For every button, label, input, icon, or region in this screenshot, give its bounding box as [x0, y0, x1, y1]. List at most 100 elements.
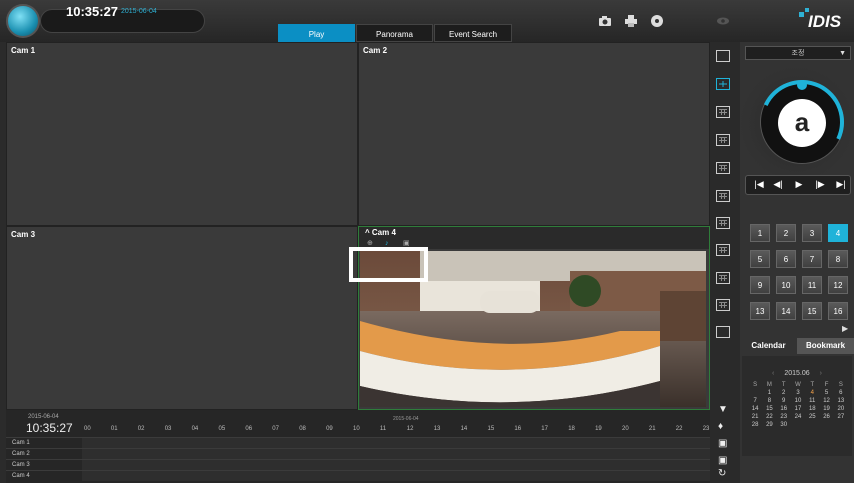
skip-forward-icon[interactable]: ▶| [834, 179, 848, 190]
camera-number-button[interactable]: 10 [776, 276, 796, 294]
calendar-day[interactable]: 27 [834, 414, 848, 420]
calendar-day[interactable]: 1 [762, 390, 776, 396]
save-icon[interactable]: ▣ [718, 455, 727, 466]
camera-number-button[interactable]: 8 [828, 250, 848, 268]
tab-calendar[interactable]: Calendar [740, 338, 797, 354]
tab-bookmark[interactable]: Bookmark [797, 338, 854, 354]
calendar-day[interactable]: 11 [805, 398, 819, 404]
prev-month-icon[interactable]: ‹ [772, 370, 774, 377]
timeline-track[interactable] [82, 471, 710, 481]
step-back-icon[interactable]: ◀| [771, 179, 785, 190]
calendar-day[interactable]: 23 [777, 414, 791, 420]
camera-number-button[interactable]: 2 [776, 224, 796, 242]
camera-icon[interactable] [598, 14, 612, 28]
ptz-knob[interactable] [797, 80, 807, 90]
calendar-day[interactable]: 19 [819, 406, 833, 412]
calendar-day[interactable]: 20 [834, 406, 848, 412]
camera-number-button[interactable]: 3 [802, 224, 822, 242]
timeline-track[interactable] [82, 438, 710, 448]
calendar-day[interactable]: 30 [777, 422, 791, 428]
timeline-row[interactable]: Cam 2 [6, 448, 710, 459]
camera-number-button[interactable]: 11 [802, 276, 822, 294]
collapse-icon[interactable]: ▼ [718, 404, 728, 415]
more-arrow-icon[interactable]: ▶ [842, 324, 848, 333]
camera-number-button[interactable]: 12 [828, 276, 848, 294]
eye-icon[interactable] [716, 14, 730, 28]
grid-4x4-icon[interactable] [716, 134, 730, 146]
camera-number-button[interactable]: 4 [828, 224, 848, 242]
calendar-day[interactable]: 6 [834, 390, 848, 396]
refresh-icon[interactable]: ↻ [718, 468, 726, 479]
calendar-day[interactable]: 7 [748, 398, 762, 404]
timeline-row[interactable]: Cam 3 [6, 459, 710, 470]
play-icon[interactable]: ▶ [792, 179, 806, 190]
calendar-day[interactable]: 13 [834, 398, 848, 404]
tab-play[interactable]: Play [278, 24, 355, 42]
calendar-day[interactable]: 25 [805, 414, 819, 420]
mode-dropdown[interactable]: 조정 ▼ [745, 46, 851, 60]
timeline-track[interactable] [82, 449, 710, 459]
timeline-row[interactable]: Cam 1 [6, 437, 710, 448]
timeline-hour-label: 00 [84, 426, 91, 432]
camera-number-button[interactable]: 14 [776, 302, 796, 320]
camera-tile-2[interactable]: Cam 2 [358, 42, 710, 226]
grid-6x6-icon[interactable] [716, 190, 730, 202]
camera-number-button[interactable]: 7 [802, 250, 822, 268]
calendar-day[interactable]: 15 [762, 406, 776, 412]
timeline-row-label: Cam 2 [12, 451, 30, 457]
printer-icon[interactable] [624, 14, 638, 28]
grid-3x3-icon[interactable] [716, 106, 730, 118]
calendar-day[interactable]: 9 [777, 398, 791, 404]
camera-number-button[interactable]: 9 [750, 276, 770, 294]
single-layout-icon[interactable] [716, 50, 730, 62]
calendar-day[interactable]: 14 [748, 406, 762, 412]
lock-icon[interactable]: a [778, 104, 826, 140]
calendar-day[interactable]: 3 [791, 390, 805, 396]
calendar-day[interactable]: 5 [819, 390, 833, 396]
calendar-day[interactable]: 8 [762, 398, 776, 404]
export-icon[interactable]: ▣ [718, 438, 727, 449]
step-forward-icon[interactable]: |▶ [813, 179, 827, 190]
timeline-row[interactable]: Cam 4 [6, 470, 710, 481]
skip-back-icon[interactable]: |◀ [752, 179, 766, 190]
fisheye-layout-icon[interactable] [716, 326, 730, 338]
calendar-day[interactable]: 4 [805, 390, 819, 396]
grid-custom-icon[interactable] [716, 299, 730, 311]
calendar-day[interactable]: 22 [762, 414, 776, 420]
calendar-day[interactable]: 10 [791, 398, 805, 404]
quad-layout-icon[interactable] [716, 78, 730, 90]
calendar-day[interactable]: 17 [791, 406, 805, 412]
calendar-day[interactable]: 12 [819, 398, 833, 404]
tab-event-search[interactable]: Event Search [434, 24, 512, 42]
camera-label: Cam 2 [363, 46, 388, 55]
grid-1p12-icon[interactable] [716, 272, 730, 284]
grid-1p5-icon[interactable] [716, 217, 730, 229]
camera-number-button[interactable]: 5 [750, 250, 770, 268]
tool-icon[interactable]: ♦ [718, 421, 723, 432]
calendar-day[interactable]: 26 [819, 414, 833, 420]
calendar-day[interactable]: 24 [791, 414, 805, 420]
grid-1p7-icon[interactable] [716, 244, 730, 256]
camera-number-button[interactable]: 6 [776, 250, 796, 268]
camera-number-button[interactable]: 1 [750, 224, 770, 242]
calendar-day[interactable]: 16 [777, 406, 791, 412]
camera-number-button[interactable]: 16 [828, 302, 848, 320]
calendar-day[interactable]: 18 [805, 406, 819, 412]
timeline-track[interactable] [82, 460, 710, 470]
timeline-row-label: Cam 4 [12, 473, 30, 479]
disc-icon[interactable] [650, 14, 664, 28]
tab-panorama[interactable]: Panorama [356, 24, 433, 42]
app-logo-icon[interactable] [6, 4, 40, 38]
next-month-icon[interactable]: › [820, 370, 822, 377]
calendar-day[interactable]: 2 [777, 390, 791, 396]
camera-tile-1[interactable]: Cam 1 [6, 42, 358, 226]
camera-number-button[interactable]: 15 [802, 302, 822, 320]
camera-number-button[interactable]: 13 [750, 302, 770, 320]
calendar-weekday: M [766, 382, 772, 388]
calendar-day[interactable]: 29 [762, 422, 776, 428]
camera-tile-3[interactable]: Cam 3 [6, 226, 358, 410]
calendar-day[interactable]: 28 [748, 422, 762, 428]
timeline-hour-label: 04 [191, 426, 199, 432]
grid-5x5-icon[interactable] [716, 162, 730, 174]
calendar-day[interactable]: 21 [748, 414, 762, 420]
